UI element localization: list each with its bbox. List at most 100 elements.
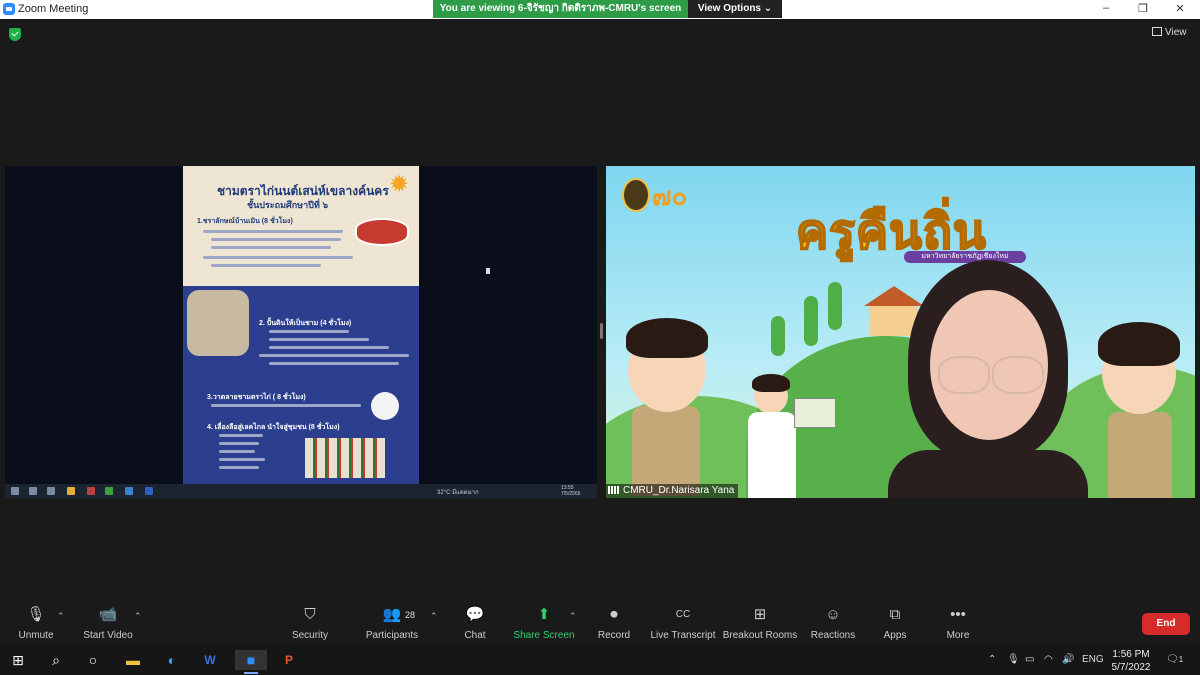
text-line [203, 256, 353, 259]
language-indicator[interactable]: ENG [1082, 654, 1104, 665]
tree [804, 296, 818, 346]
text-line [203, 230, 343, 233]
weather-text: 32°C มีแดดมาก [437, 490, 479, 496]
system-clock[interactable]: 1:56 PM 5/7/2022 [1106, 648, 1156, 674]
poster-section-4: 4. เลื่องลือสู่เลคไกล นำใจสู่ชุมชน (8 ชั… [207, 424, 340, 431]
text-line [269, 362, 399, 365]
shared-poster: ✹ ชามตราไก่นนต์เสน่ห์เขลางค์นคร ชั้นประถ… [183, 166, 419, 484]
mini-date: 7/5/2565 [561, 491, 581, 497]
search-icon [29, 487, 37, 495]
unmute-button[interactable]: 🎙 Unmute [0, 604, 76, 641]
text-line [219, 434, 263, 437]
tree [771, 316, 785, 356]
poster-section-3: 3.วาดลายชามตราไก่ ( 8 ชั่วโมง) [207, 394, 306, 401]
wifi-icon[interactable]: ◠ [1044, 654, 1053, 665]
university-seal-icon [622, 178, 650, 212]
folder-icon [67, 487, 75, 495]
tray-mic-icon[interactable]: 🎙 [1007, 654, 1020, 665]
text-line [211, 264, 321, 267]
chat-label: Chat [464, 630, 486, 641]
mouse-cursor-icon [486, 268, 490, 274]
bowls-photo [305, 438, 385, 478]
chat-button[interactable]: 💬 Chat [435, 604, 515, 641]
grid-icon [1152, 27, 1162, 36]
windows-taskbar: ⊞ ⌕ ○ ▬ ◐ W ■ P ⌃ 🎙 ▭ ◠ 🔊 ENG 1:56 PM 5/… [0, 645, 1200, 675]
view-button[interactable]: View [1152, 27, 1187, 38]
volume-icon[interactable]: 🔊 [1062, 654, 1074, 665]
tray-chevron-icon[interactable]: ⌃ [988, 654, 996, 665]
participants-label: Participants [365, 630, 419, 641]
anniversary-logo-icon: ๗๐ [652, 181, 688, 211]
split-view-handle[interactable] [600, 323, 603, 339]
word-icon[interactable]: W [199, 650, 221, 670]
signal-bars-icon [608, 486, 620, 494]
security-shield-icon: ⛉ [304, 606, 316, 623]
windows-start-icon[interactable]: ⊞ [7, 650, 29, 670]
poster-section-1: 1.ชราลักษณ์บ้านเมิน (8 ชั่วโมง) [197, 218, 293, 225]
tree [828, 282, 842, 330]
share-banner: You are viewing 6-จิรัชญา กิตติราภพ-CMRU… [433, 0, 688, 18]
window-title: Zoom Meeting [18, 3, 89, 15]
maximize-button[interactable]: ❐ [1133, 2, 1153, 15]
minimize-button[interactable]: – [1096, 2, 1116, 14]
zoom-taskbar-icon[interactable]: ■ [235, 650, 267, 674]
file-explorer-icon[interactable]: ▬ [122, 650, 144, 670]
sun-decoration-icon: ✹ [389, 171, 410, 198]
glasses-left [938, 356, 990, 394]
text-line [211, 238, 341, 241]
active-indicator [244, 672, 258, 674]
task-view-icon[interactable]: ○ [82, 650, 104, 670]
encryption-shield-icon[interactable] [9, 28, 21, 41]
share-screen-label: Share Screen [513, 630, 575, 641]
cartoon-teacher-woman [1094, 322, 1184, 498]
edge-icon[interactable]: ◐ [161, 650, 183, 670]
mini-clock: 13:55 7/5/2565 [561, 485, 580, 497]
powerpoint-icon[interactable]: P [278, 650, 300, 670]
speaker-body [888, 450, 1088, 498]
cc-icon: CC [675, 609, 691, 620]
cartoon-body [1108, 412, 1172, 498]
video-options-chevron-icon[interactable]: ⌃ [134, 611, 142, 622]
security-button[interactable]: ⛉ Security [270, 604, 350, 641]
view-options-button[interactable]: View Options ⌄ [688, 0, 782, 18]
audio-options-chevron-icon[interactable]: ⌃ [57, 611, 65, 622]
child-hair [752, 374, 790, 392]
breakout-rooms-button[interactable]: ⊞ Breakout Rooms [720, 604, 800, 641]
cartoon-body [632, 406, 700, 496]
search-icon[interactable]: ⌕ [45, 650, 67, 670]
participants-button[interactable]: 👥 Participants [352, 604, 432, 641]
end-meeting-button[interactable]: End [1142, 613, 1190, 635]
close-button[interactable]: ✕ [1170, 2, 1190, 15]
zoom-icon [125, 487, 133, 495]
text-line [219, 466, 259, 469]
app-icon [87, 487, 95, 495]
more-button[interactable]: ••• More [918, 604, 998, 641]
clock-date: 5/7/2022 [1111, 662, 1151, 673]
chicken-image [371, 392, 399, 420]
word-icon [145, 487, 153, 495]
breakout-rooms-label: Breakout Rooms [722, 630, 798, 641]
more-label: More [946, 630, 970, 641]
bowl-image [355, 218, 409, 246]
participants-icon: 👥 [382, 606, 402, 623]
pottery-photo [187, 290, 249, 356]
participants-count: 28 [405, 610, 416, 620]
child-body [748, 412, 796, 498]
poster-subtitle: ชั้นประถมศึกษาปีที่ ๖ [247, 200, 329, 210]
taskview-icon [47, 487, 55, 495]
notification-icon[interactable]: 🗨1 [1166, 654, 1183, 665]
battery-icon[interactable]: ▭ [1025, 654, 1034, 665]
chat-bubble-icon: 💬 [465, 606, 485, 623]
clock-time: 1:56 PM [1112, 649, 1150, 660]
text-line [219, 450, 255, 453]
start-video-button[interactable]: 📹 Start Video [68, 604, 148, 641]
cartoon-hair [1098, 322, 1180, 366]
live-transcript-button[interactable]: CC Live Transcript [642, 604, 724, 641]
shared-screen-taskbar: 32°C มีแดดมาก 13:55 7/5/2565 [5, 484, 597, 498]
live-transcript-label: Live Transcript [650, 630, 716, 641]
speaker-video-person [868, 260, 1098, 498]
text-line [211, 404, 361, 407]
share-screen-button[interactable]: ⬆ Share Screen [504, 604, 584, 641]
speaker-name: CMRU_Dr.Narisara Yana [623, 485, 735, 496]
text-line [269, 338, 369, 341]
